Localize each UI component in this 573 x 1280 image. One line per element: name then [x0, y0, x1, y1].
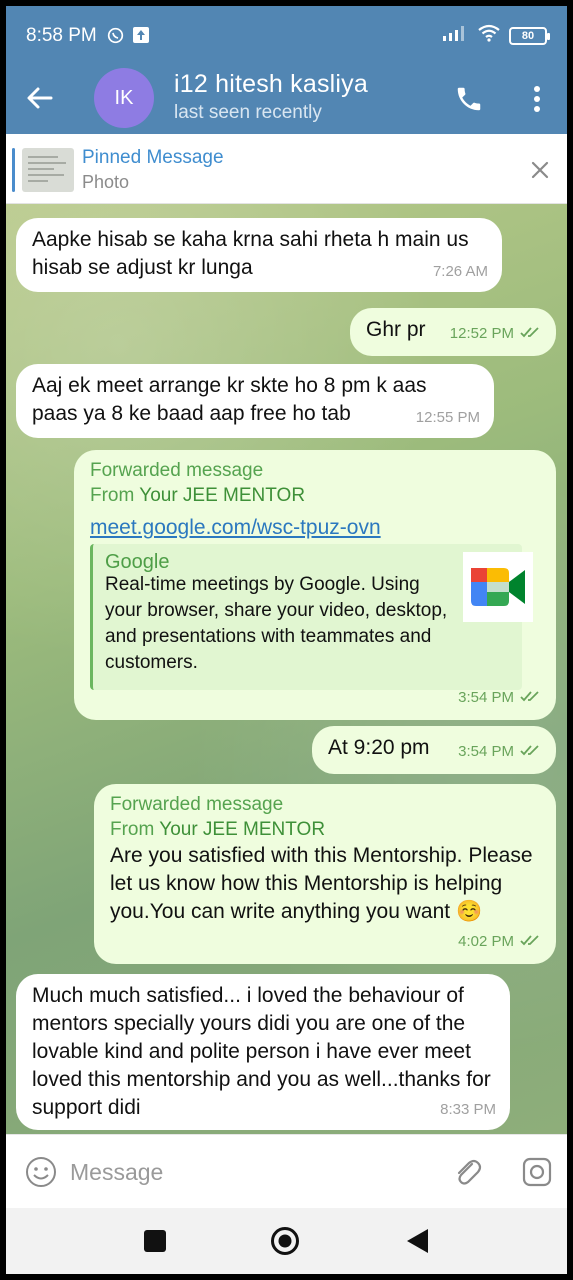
more-options-icon[interactable] — [527, 84, 547, 114]
message-time: 3:54 PM — [458, 743, 514, 760]
system-nav-bar — [6, 1208, 567, 1274]
pinned-indicator — [12, 148, 15, 192]
message-composer — [6, 1134, 567, 1208]
message-text: Aaj ek meet arrange kr skte ho 8 pm k aa… — [32, 374, 427, 425]
message-text: Much much satisfied... i loved the behav… — [32, 984, 491, 1119]
avatar[interactable]: IK — [94, 68, 154, 128]
recent-apps-icon[interactable] — [144, 1230, 166, 1252]
message-time: 12:52 PM — [449, 325, 514, 342]
message-incoming[interactable]: Aapke hisab se kaha krna sahi rheta h ma… — [16, 218, 502, 292]
pinned-message-bar[interactable]: Pinned Message Photo — [6, 134, 567, 204]
message-text: Are you satisfied with this Mentorship. … — [110, 844, 533, 923]
signal-icon — [443, 25, 469, 46]
emoji-icon[interactable] — [24, 1155, 58, 1189]
chat-header: IK i12 hitesh kasliya last seen recently — [6, 62, 567, 134]
forwarded-label: Forwarded message — [90, 460, 264, 481]
pinned-subtitle: Photo — [82, 172, 130, 192]
telegram-chat-screen: 8:58 PM 80 IK i12 hitesh kasliya last se… — [6, 6, 567, 1274]
back-arrow-icon[interactable] — [24, 82, 56, 114]
phone-icon[interactable] — [454, 84, 484, 114]
nav-back-icon[interactable] — [404, 1227, 430, 1255]
message-text: Aapke hisab se kaha krna sahi rheta h ma… — [32, 228, 469, 279]
double-check-icon — [520, 684, 542, 712]
preview-description: Real-time meetings by Google. Using your… — [105, 574, 448, 673]
double-check-icon — [520, 928, 542, 956]
paperclip-icon[interactable] — [450, 1155, 484, 1189]
status-icons: 80 — [443, 24, 550, 47]
message-meta: 3:54 PM — [458, 684, 542, 712]
message-list[interactable]: Aapke hisab se kaha krna sahi rheta h ma… — [6, 204, 567, 1134]
message-meta: 8:33 PM — [440, 1096, 496, 1124]
status-bar: 8:58 PM 80 — [6, 6, 567, 62]
message-time: 7:26 AM — [432, 263, 488, 280]
pinned-photo-thumbnail — [22, 148, 74, 192]
last-seen-status: last seen recently — [174, 102, 322, 123]
close-icon[interactable] — [530, 160, 550, 180]
message-meta: 7:26 AM — [433, 258, 488, 286]
notification-icon — [133, 27, 149, 48]
pinned-title: Pinned Message — [82, 147, 224, 168]
double-check-icon — [520, 738, 542, 766]
meet-link[interactable]: meet.google.com/wsc-tpuz-ovn — [90, 516, 381, 539]
app-header: 8:58 PM 80 IK i12 hitesh kasliya last se… — [6, 6, 567, 134]
message-incoming[interactable]: Much much satisfied... i loved the behav… — [16, 974, 510, 1130]
link-preview[interactable]: Google Real-time meetings by Google. Usi… — [90, 544, 533, 690]
message-time: 4:02 PM — [458, 933, 514, 950]
message-outgoing[interactable]: Ghr pr 12:52 PM — [350, 308, 556, 356]
battery-icon: 80 — [509, 26, 550, 45]
message-forwarded[interactable]: Forwarded message From Your JEE MENTOR A… — [94, 784, 556, 964]
wifi-icon — [477, 24, 501, 47]
forwarded-from-name[interactable]: Your JEE MENTOR — [139, 485, 305, 506]
google-meet-icon — [463, 552, 533, 622]
message-time: 3:54 PM — [458, 689, 514, 706]
forwarded-from-name[interactable]: Your JEE MENTOR — [159, 819, 325, 840]
message-meta: 12:52 PM — [450, 320, 542, 348]
double-check-icon — [520, 320, 542, 348]
message-meta: 4:02 PM — [458, 928, 542, 956]
whatsapp-icon — [107, 27, 124, 49]
message-time: 12:55 PM — [415, 409, 480, 426]
home-icon[interactable] — [270, 1226, 300, 1256]
forwarded-label: Forwarded message — [110, 794, 284, 815]
forwarded-from: From Your JEE MENTOR — [90, 485, 306, 506]
camera-icon[interactable] — [520, 1155, 554, 1189]
message-time: 8:33 PM — [440, 1101, 496, 1118]
message-meta: 12:55 PM — [416, 404, 480, 432]
status-time: 8:58 PM — [26, 25, 97, 46]
message-outgoing[interactable]: At 9:20 pm 3:54 PM — [312, 726, 556, 774]
forwarded-from: From Your JEE MENTOR — [110, 819, 326, 840]
chat-title[interactable]: i12 hitesh kasliya — [174, 70, 368, 99]
message-meta: 3:54 PM — [458, 738, 542, 766]
message-forwarded-link[interactable]: Forwarded message From Your JEE MENTOR m… — [74, 450, 556, 720]
message-input[interactable] — [70, 1151, 430, 1193]
message-incoming[interactable]: Aaj ek meet arrange kr skte ho 8 pm k aa… — [16, 364, 494, 438]
